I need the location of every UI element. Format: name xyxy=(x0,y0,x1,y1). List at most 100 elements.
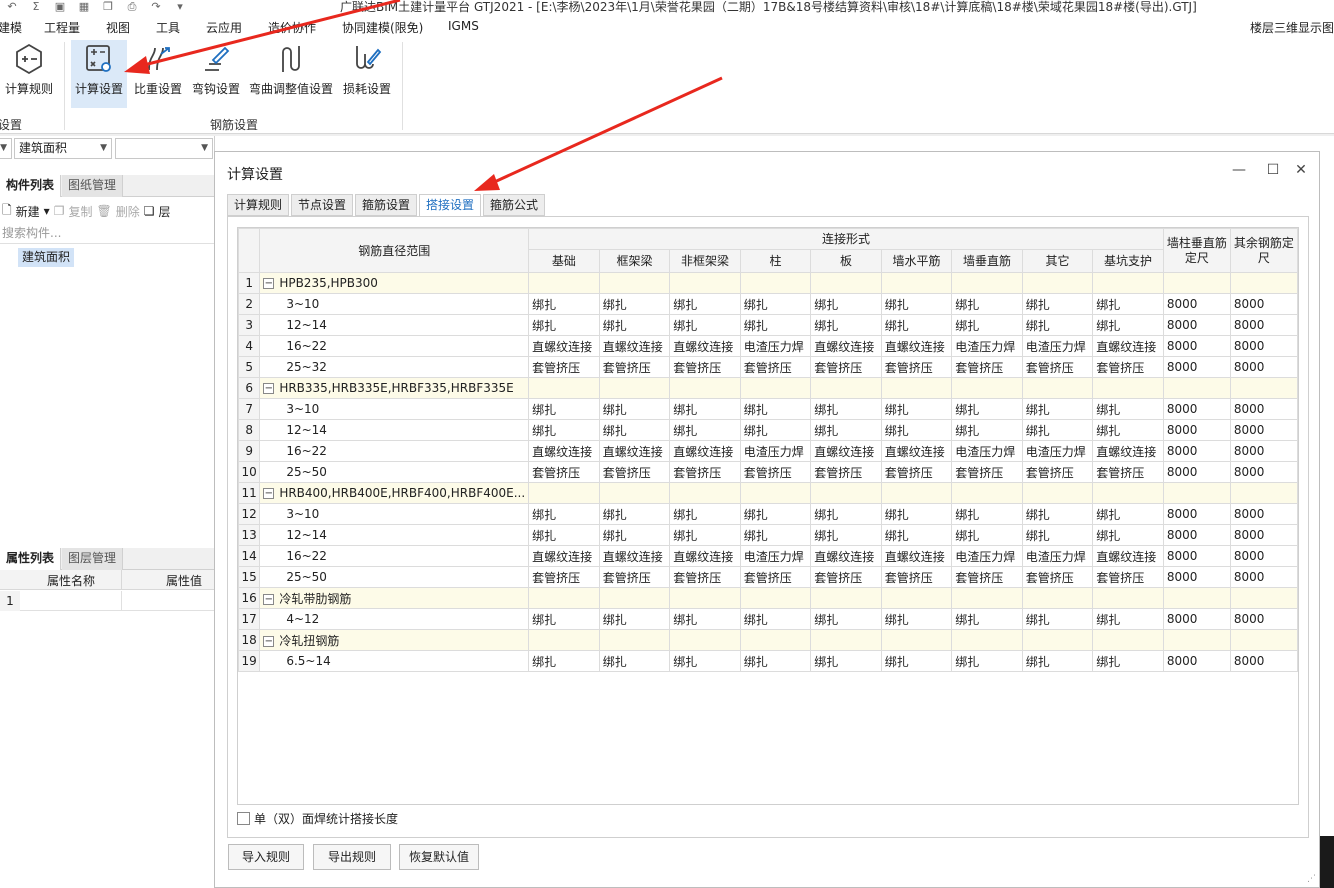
connection-cell[interactable]: 套管挤压 xyxy=(1021,566,1094,588)
connection-cell[interactable]: 绑扎 xyxy=(1092,503,1164,525)
calc-settings-button[interactable]: 计算设置 xyxy=(71,40,127,108)
connection-cell[interactable]: 套管挤压 xyxy=(951,356,1023,378)
connection-cell[interactable]: 电渣压力焊 xyxy=(1021,335,1094,357)
diameter-range-cell[interactable]: 3~10 xyxy=(259,398,530,420)
diameter-range-cell[interactable]: 6.5~14 xyxy=(259,650,530,672)
connection-cell[interactable]: 套管挤压 xyxy=(669,566,741,588)
collapse-icon[interactable]: − xyxy=(263,635,275,647)
connection-cell[interactable]: 套管挤压 xyxy=(1092,566,1164,588)
connection-cell[interactable]: 直螺纹连接 xyxy=(1092,545,1164,567)
restore-defaults-button[interactable]: 恢复默认值 xyxy=(399,844,479,870)
resize-grip-icon[interactable]: ⋰ xyxy=(1307,874,1316,884)
table-row[interactable]: 17 4~12 绑扎 绑扎 绑扎 绑扎 绑扎 绑扎 绑扎 绑扎 绑扎 8000 8000 xyxy=(238,608,1298,630)
weld-lap-option[interactable]: 单（双）面焊统计搭接长度 xyxy=(237,810,398,827)
copy-button[interactable]: 复制 xyxy=(68,203,92,220)
connection-cell[interactable]: 绑扎 xyxy=(1021,293,1094,315)
component-search-input[interactable]: 搜索构件... xyxy=(0,224,214,244)
connection-cell[interactable]: 直螺纹连接 xyxy=(669,335,741,357)
connection-cell[interactable]: 套管挤压 xyxy=(598,461,671,483)
connection-cell[interactable]: 电渣压力焊 xyxy=(1021,545,1094,567)
connection-cell[interactable]: 绑扎 xyxy=(528,398,600,420)
diameter-range-cell[interactable]: 16~22 xyxy=(259,440,530,462)
diameter-range-cell[interactable]: 16~22 xyxy=(259,335,530,357)
tab-stirrup-settings[interactable]: 箍筋设置 xyxy=(355,194,418,216)
other-length-cell[interactable]: 8000 xyxy=(1229,440,1298,462)
table-group-row[interactable]: 6− HRB335,HRB335E,HRBF335,HRBF335E xyxy=(238,377,1298,399)
grade-group-cell[interactable]: − HPB235,HPB300 xyxy=(259,272,530,294)
connection-cell[interactable]: 套管挤压 xyxy=(528,356,600,378)
collapse-icon[interactable]: − xyxy=(263,383,275,394)
tab-node-settings[interactable]: 节点设置 xyxy=(291,194,354,216)
grade-group-cell[interactable]: − HRB335,HRB335E,HRBF335,HRBF335E xyxy=(259,377,530,399)
connection-cell[interactable]: 套管挤压 xyxy=(810,566,882,588)
connection-cell[interactable]: 绑扎 xyxy=(810,398,882,420)
connection-cell[interactable]: 套管挤压 xyxy=(1092,461,1164,483)
diameter-range-cell[interactable]: 12~14 xyxy=(259,314,530,336)
connection-cell[interactable]: 套管挤压 xyxy=(598,356,671,378)
connection-cell[interactable]: 套管挤压 xyxy=(669,356,741,378)
connection-cell[interactable]: 绑扎 xyxy=(528,419,600,441)
connection-cell[interactable]: 绑扎 xyxy=(1092,608,1164,630)
connection-cell[interactable]: 直螺纹连接 xyxy=(598,545,671,567)
table-row[interactable]: 9 16~22 直螺纹连接 直螺纹连接 直螺纹连接 电渣压力焊 直螺纹连接 直螺纹连接 电渣压力… xyxy=(238,440,1298,462)
connection-cell[interactable]: 直螺纹连接 xyxy=(880,335,953,357)
print-icon[interactable]: ⎙ xyxy=(120,0,144,16)
connection-cell[interactable]: 绑扎 xyxy=(951,293,1023,315)
wall-length-cell[interactable]: 8000 xyxy=(1162,398,1231,420)
diameter-range-cell[interactable]: 25~50 xyxy=(259,566,530,588)
connection-cell[interactable]: 电渣压力焊 xyxy=(951,545,1023,567)
collapse-icon[interactable]: − xyxy=(263,488,275,499)
connection-cell[interactable]: 绑扎 xyxy=(1021,608,1094,630)
connection-cell[interactable]: 套管挤压 xyxy=(598,566,671,588)
connection-cell[interactable]: 直螺纹连接 xyxy=(1092,440,1164,462)
tab-stirrup-formula[interactable]: 箍筋公式 xyxy=(483,194,546,216)
connection-cell[interactable]: 绑扎 xyxy=(598,608,671,630)
connection-cell[interactable]: 绑扎 xyxy=(669,419,741,441)
other-length-cell[interactable]: 8000 xyxy=(1229,293,1298,315)
connection-cell[interactable]: 绑扎 xyxy=(1021,398,1094,420)
other-length-cell[interactable]: 8000 xyxy=(1229,398,1298,420)
wall-length-cell[interactable]: 8000 xyxy=(1162,419,1231,441)
connection-cell[interactable]: 套管挤压 xyxy=(528,461,600,483)
connection-cell[interactable]: 套管挤压 xyxy=(739,356,812,378)
connection-cell[interactable]: 绑扎 xyxy=(880,419,953,441)
menu-igms[interactable]: IGMS xyxy=(448,19,479,33)
connection-cell[interactable]: 电渣压力焊 xyxy=(739,440,812,462)
connection-cell[interactable]: 绑扎 xyxy=(880,314,953,336)
connection-cell[interactable]: 绑扎 xyxy=(739,503,812,525)
weld-lap-checkbox[interactable] xyxy=(237,812,250,825)
connection-cell[interactable]: 绑扎 xyxy=(598,503,671,525)
other-length-cell[interactable]: 8000 xyxy=(1229,461,1298,483)
connection-cell[interactable]: 绑扎 xyxy=(739,293,812,315)
floor-3d-display[interactable]: 楼层三维显示图 xyxy=(1250,19,1334,36)
connection-cell[interactable]: 套管挤压 xyxy=(951,566,1023,588)
connection-cell[interactable]: 绑扎 xyxy=(669,398,741,420)
grade-group-cell[interactable]: − HRB400,HRB400E,HRBF400,HRBF400E... xyxy=(259,482,530,504)
diameter-range-cell[interactable]: 12~14 xyxy=(259,419,530,441)
connection-cell[interactable]: 套管挤压 xyxy=(528,566,600,588)
redo-icon[interactable]: ↷ xyxy=(144,0,168,16)
wall-length-cell[interactable]: 8000 xyxy=(1162,335,1231,357)
wall-length-cell[interactable]: 8000 xyxy=(1162,608,1231,630)
connection-cell[interactable]: 绑扎 xyxy=(1021,650,1094,672)
other-length-cell[interactable]: 8000 xyxy=(1229,545,1298,567)
undo-icon[interactable]: ↶ xyxy=(0,0,24,16)
table-row[interactable]: 15 25~50 套管挤压 套管挤压 套管挤压 套管挤压 套管挤压 套管挤压 套管挤压 套管挤压套… xyxy=(238,566,1298,588)
connection-cell[interactable]: 套管挤压 xyxy=(1092,356,1164,378)
density-settings-button[interactable]: 比重设置 xyxy=(131,40,185,108)
connection-cell[interactable]: 绑扎 xyxy=(951,314,1023,336)
menu-cost-collab[interactable]: 造价协作 xyxy=(268,19,316,36)
connection-cell[interactable]: 电渣压力焊 xyxy=(951,440,1023,462)
connection-cell[interactable]: 绑扎 xyxy=(1021,524,1094,546)
connection-cell[interactable]: 绑扎 xyxy=(739,314,812,336)
wall-length-cell[interactable]: 8000 xyxy=(1162,440,1231,462)
diameter-range-cell[interactable]: 12~14 xyxy=(259,524,530,546)
wall-length-cell[interactable]: 8000 xyxy=(1162,524,1231,546)
chevron-down-icon[interactable]: ▾ xyxy=(44,204,50,218)
tab-drawing-manager[interactable]: 图纸管理 xyxy=(62,175,124,197)
connection-cell[interactable]: 绑扎 xyxy=(739,419,812,441)
connection-cell[interactable]: 绑扎 xyxy=(739,398,812,420)
maximize-icon[interactable]: ☐ xyxy=(1263,160,1283,180)
table-row[interactable]: 2 3~10 绑扎 绑扎 绑扎 绑扎 绑扎 绑扎 绑扎 绑扎 绑扎 8000 8000 xyxy=(238,293,1298,315)
connection-cell[interactable]: 绑扎 xyxy=(951,503,1023,525)
